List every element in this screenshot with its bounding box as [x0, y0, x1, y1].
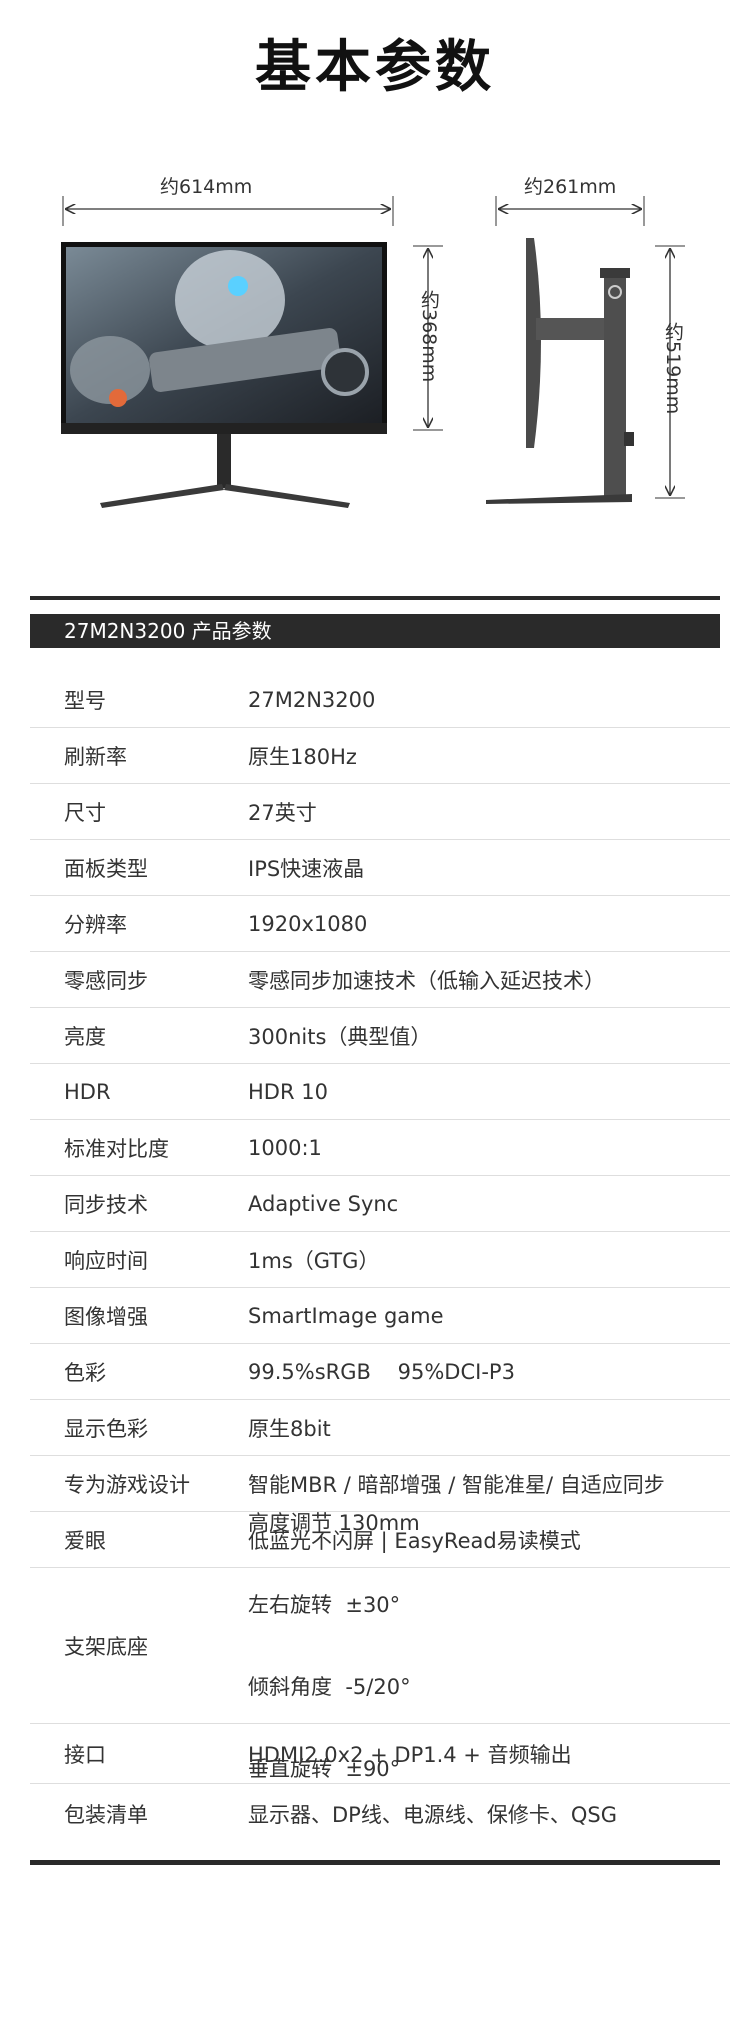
spec-row: 显示色彩 原生8bit [30, 1400, 730, 1456]
spec-row: 尺寸 27英寸 [30, 784, 730, 840]
spec-row: 零感同步 零感同步加速技术（低输入延迟技术） [30, 952, 730, 1008]
stand-line: 高度调节 130mm [248, 1510, 420, 1535]
max-height-label: 约519mm [662, 322, 684, 415]
bottom-divider [30, 1860, 720, 1865]
spec-row: HDR HDR 10 [30, 1064, 730, 1120]
monitor-diagram [61, 196, 685, 508]
spec-label: 刷新率 [64, 744, 127, 769]
spec-label: 专为游戏设计 [64, 1472, 190, 1497]
spec-label: 支架底座 [64, 1634, 148, 1659]
spec-value: 99.5%sRGB 95%DCI-P3 [248, 1359, 515, 1384]
monitor-front-view [61, 242, 387, 508]
spec-label: 图像增强 [64, 1304, 148, 1329]
spec-label: 显示色彩 [64, 1416, 148, 1441]
spec-label: 面板类型 [64, 856, 148, 881]
spec-label: 爱眼 [64, 1528, 106, 1553]
spec-section-header: 27M2N3200 产品参数 [30, 614, 720, 648]
spec-label: 亮度 [64, 1024, 106, 1049]
stand-line: 倾斜角度 -5/20° [248, 1674, 411, 1699]
spec-row: 色彩 99.5%sRGB 95%DCI-P3 [30, 1344, 730, 1400]
depth-label: 约261mm [524, 176, 617, 198]
spec-label: HDR [64, 1079, 111, 1104]
width-dimension-line [62, 196, 394, 226]
spec-row: 面板类型 IPS快速液晶 [30, 840, 730, 896]
spec-value: 原生180Hz [248, 744, 357, 769]
width-label: 约614mm [160, 176, 253, 198]
monitor-side-view [486, 238, 634, 504]
spec-label: 响应时间 [64, 1248, 148, 1273]
spec-value: 1920x1080 [248, 911, 368, 936]
spec-label: 色彩 [64, 1360, 106, 1385]
spec-value: IPS快速液晶 [248, 856, 365, 881]
spec-row: 型号 27M2N3200 [30, 672, 730, 728]
depth-dimension-line [495, 196, 645, 226]
spec-value: Adaptive Sync [248, 1191, 399, 1216]
spec-value: 300nits（典型值） [248, 1024, 432, 1049]
spec-value: 零感同步加速技术（低输入延迟技术） [248, 968, 605, 993]
spec-label: 包装清单 [64, 1803, 148, 1827]
spec-row: 分辨率 1920x1080 [30, 896, 730, 952]
spec-value: 27M2N3200 [248, 687, 376, 712]
spec-label: 型号 [64, 688, 106, 713]
spec-value: 27英寸 [248, 800, 317, 825]
spec-row: 标准对比度 1000:1 [30, 1120, 730, 1176]
spec-table: 型号 27M2N3200 刷新率 原生180Hz 尺寸 27英寸 面板类型 IPS快速液… [30, 672, 730, 1844]
spec-value: 1ms（GTG） [248, 1248, 380, 1273]
spec-value: 原生8bit [248, 1416, 331, 1441]
spec-value: SmartImage game [248, 1303, 444, 1328]
stand-line: 左右旋转 ±30° [248, 1592, 401, 1617]
spec-label: 分辨率 [64, 912, 127, 937]
spec-value: 1000:1 [248, 1135, 322, 1160]
spec-row: 亮度 300nits（典型值） [30, 1008, 730, 1064]
spec-label: 同步技术 [64, 1192, 148, 1217]
spec-value: HDR 10 [248, 1079, 328, 1104]
top-divider [30, 596, 720, 600]
spec-row-stand: 支架底座 高度调节 130mm 左右旋转 ±30° 倾斜角度 -5/20° 垂直… [30, 1511, 730, 1781]
spec-label: 接口 [64, 1742, 106, 1767]
spec-row: 刷新率 原生180Hz [30, 728, 730, 784]
spec-label: 标准对比度 [64, 1136, 169, 1161]
spec-label: 零感同步 [64, 968, 148, 993]
stand-values: 高度调节 130mm 左右旋转 ±30° 倾斜角度 -5/20° 垂直旋转 ±9… [248, 1458, 420, 1834]
spec-row: 图像增强 SmartImage game [30, 1288, 730, 1344]
spec-row: 响应时间 1ms（GTG） [30, 1232, 730, 1288]
height-label: 约368mm [418, 290, 440, 383]
spec-value: HDMI2.0x2 + DP1.4 + 音频输出 [248, 1742, 572, 1767]
spec-label: 尺寸 [64, 800, 106, 825]
spec-value: 显示器、DP线、电源线、保修卡、QSG [248, 1803, 617, 1827]
spec-row: 同步技术 Adaptive Sync [30, 1176, 730, 1232]
